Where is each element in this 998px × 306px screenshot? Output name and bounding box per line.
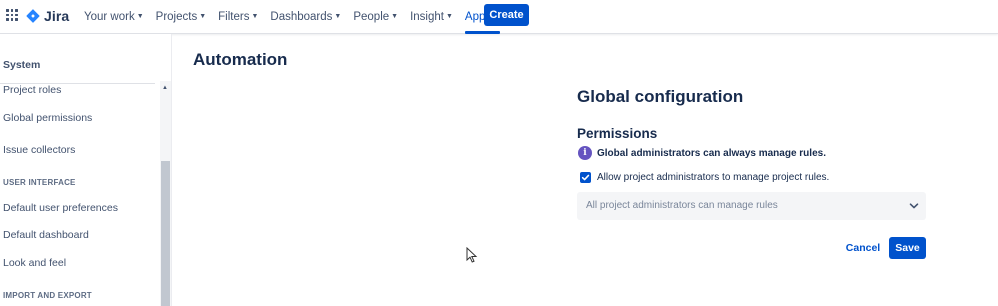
chevron-down-icon	[909, 203, 919, 209]
mouse-pointer-icon	[466, 247, 478, 263]
nav-label: Dashboards	[270, 10, 333, 23]
nav-label: People	[353, 10, 390, 23]
checkmark-icon	[581, 174, 590, 181]
scroll-up-arrow-icon[interactable]: ▲	[162, 85, 168, 91]
nav-label: Projects	[155, 10, 198, 23]
sidebar-title: System	[3, 59, 41, 71]
page-title: Automation	[193, 50, 288, 69]
nav-dashboards[interactable]: Dashboards ▼	[270, 0, 341, 33]
project-admin-scope-select[interactable]: All project administrators can manage ru…	[577, 192, 926, 220]
select-value: All project administrators can manage ru…	[586, 200, 778, 211]
nav-menu: Your work ▼ Projects ▼ Filters ▼ Dashboards…	[84, 0, 512, 34]
nav-label: Your work	[84, 10, 135, 23]
nav-your-work[interactable]: Your work ▼	[84, 0, 144, 33]
checkbox-label: Allow project administrators to manage p…	[597, 172, 830, 183]
scrollbar-thumb[interactable]	[161, 161, 170, 306]
global-configuration-heading: Global configuration	[577, 87, 744, 106]
chevron-down-icon: ▼	[251, 13, 259, 20]
chevron-down-icon: ▼	[136, 13, 144, 20]
chevron-down-icon: ▼	[334, 13, 342, 20]
sidebar-item-global-permissions[interactable]: Global permissions	[3, 112, 92, 124]
sidebar-item-project-roles[interactable]: Project roles	[3, 84, 61, 96]
cancel-button[interactable]: Cancel	[843, 238, 883, 258]
project-admin-checkbox-row[interactable]: Allow project administrators to manage p…	[580, 172, 829, 183]
chevron-down-icon: ▼	[199, 13, 207, 20]
nav-filters[interactable]: Filters ▼	[218, 0, 258, 33]
nav-people[interactable]: People ▼	[353, 0, 398, 33]
app-switcher-icon[interactable]	[6, 9, 18, 21]
sidebar-section-user-interface: USER INTERFACE	[3, 178, 76, 187]
chevron-down-icon: ▼	[391, 13, 399, 20]
sidebar-item-default-user-preferences[interactable]: Default user preferences	[3, 202, 118, 214]
nav-label: Filters	[218, 10, 250, 23]
info-icon: i	[578, 146, 592, 160]
sidebar-item-look-and-feel[interactable]: Look and feel	[3, 257, 66, 269]
nav-label: Insight	[410, 10, 444, 23]
info-message: i Global administrators can always manag…	[578, 146, 826, 160]
sidebar-item-issue-collectors[interactable]: Issue collectors	[3, 144, 75, 156]
save-button[interactable]: Save	[889, 237, 926, 259]
info-text: Global administrators can always manage …	[597, 147, 826, 159]
nav-insight[interactable]: Insight ▼	[410, 0, 453, 33]
jira-logo[interactable]: Jira	[26, 7, 69, 25]
nav-projects[interactable]: Projects ▼	[156, 0, 206, 33]
top-navigation: Jira Your work ▼ Projects ▼ Filters ▼ Dashb…	[0, 0, 998, 34]
logo-text: Jira	[44, 8, 70, 24]
admin-sidebar: System Project roles Global permissions …	[0, 34, 172, 306]
sidebar-section-import-export: IMPORT AND EXPORT	[3, 291, 92, 300]
create-button[interactable]: Create	[484, 4, 529, 26]
project-admin-checkbox[interactable]	[580, 172, 591, 183]
sidebar-scrollbar[interactable]: ▲	[160, 81, 171, 306]
chevron-down-icon: ▼	[445, 13, 453, 20]
sidebar-item-default-dashboard[interactable]: Default dashboard	[3, 229, 89, 241]
jira-logo-icon	[26, 9, 40, 23]
permissions-heading: Permissions	[577, 126, 658, 141]
